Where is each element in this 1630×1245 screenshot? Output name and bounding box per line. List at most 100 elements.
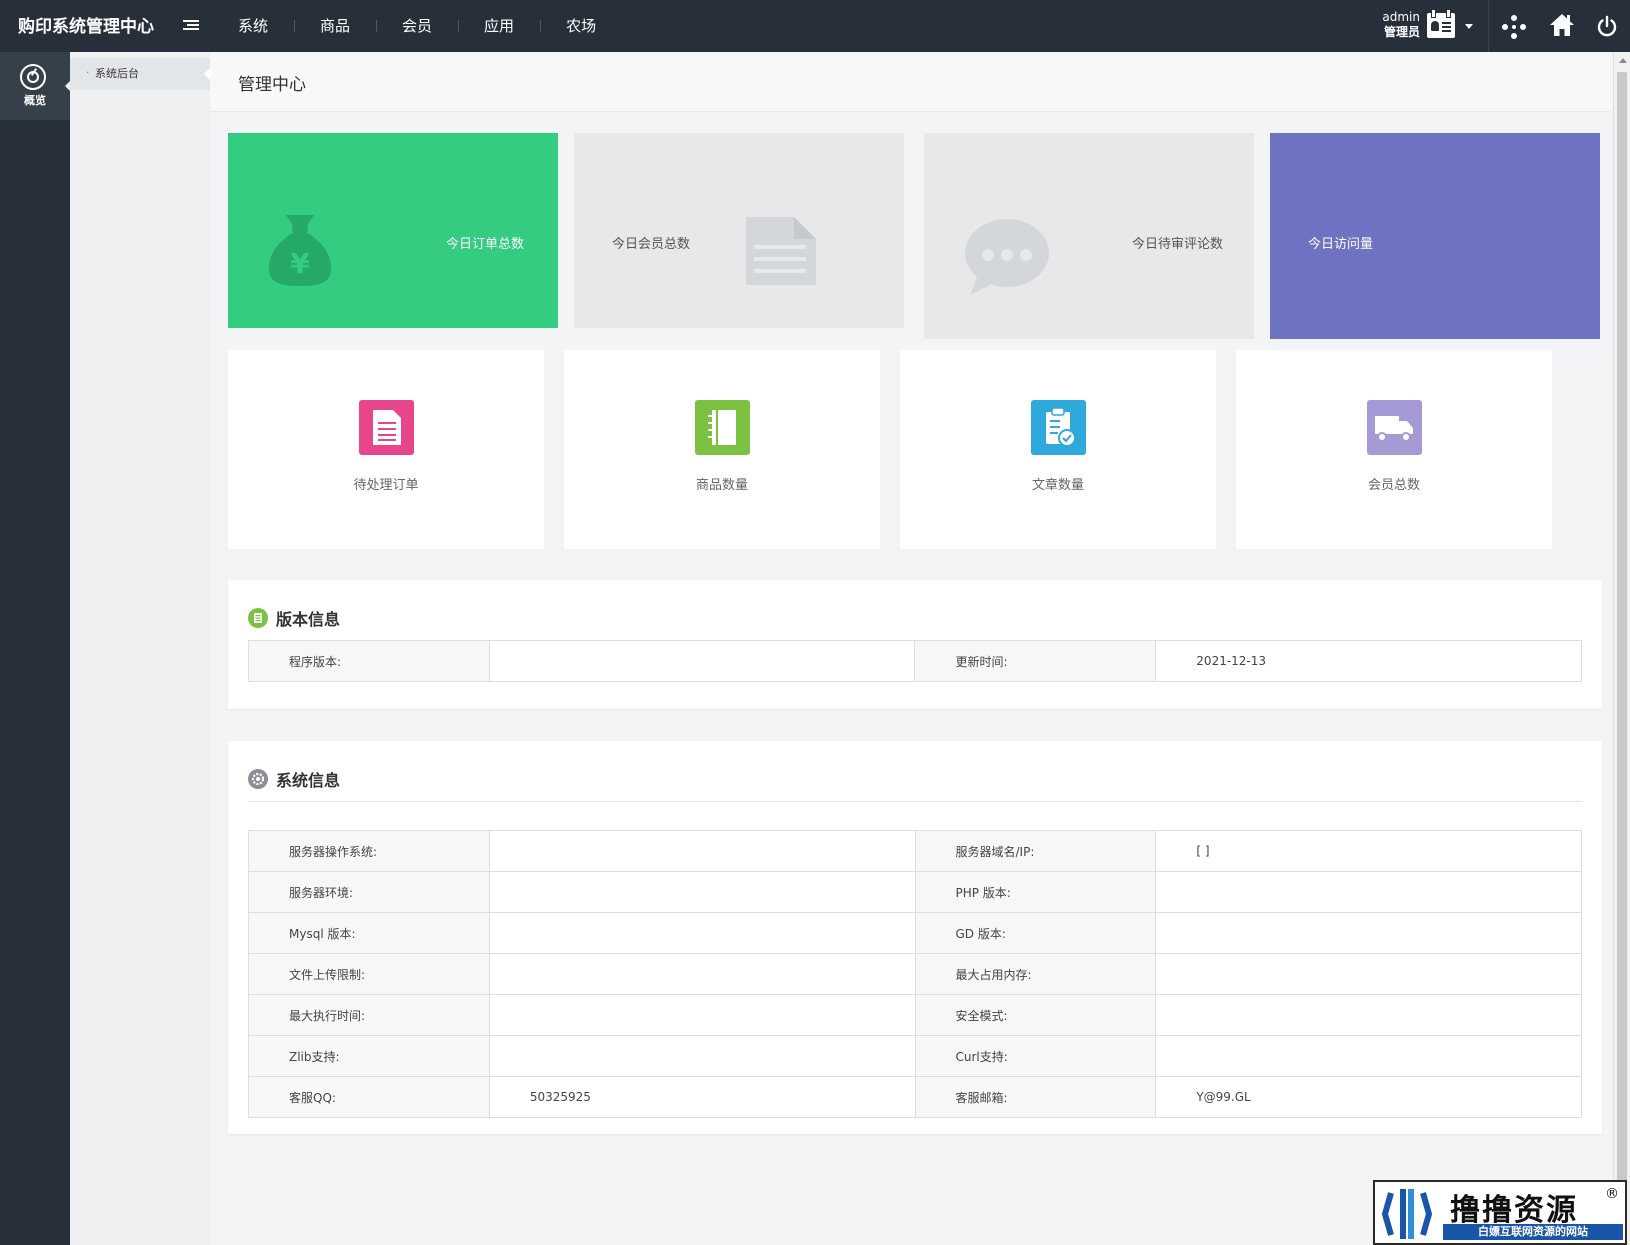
id-card-icon[interactable] bbox=[1427, 9, 1455, 38]
watermark-subtitle: 白嫖互联网资源的网站 bbox=[1443, 1224, 1623, 1240]
dashboard-icon bbox=[20, 64, 46, 90]
document-icon bbox=[746, 217, 816, 285]
table-key: 服务器域名/IP: bbox=[914, 830, 1157, 872]
version-panel-title: 版本信息 bbox=[248, 606, 340, 630]
quick-card-label: 会员总数 bbox=[1367, 478, 1420, 493]
table-key: Curl支持: bbox=[914, 1035, 1157, 1077]
table-value: 50325925 bbox=[488, 1076, 916, 1118]
stat-label: 今日访问量 bbox=[1308, 237, 1374, 252]
table-value bbox=[1155, 994, 1582, 1036]
table-value bbox=[488, 640, 916, 682]
table-row: 服务器操作系统: 服务器域名/IP: [ ] bbox=[248, 830, 1582, 872]
svg-text:¥: ¥ bbox=[290, 247, 310, 280]
table-value: [ ] bbox=[1155, 830, 1582, 872]
watermark-logo: 撸撸资源 ® 白嫖互联网资源的网站 bbox=[1373, 1180, 1627, 1245]
quick-card-pending-orders[interactable]: 待处理订单 bbox=[228, 350, 544, 549]
system-panel-title: 系统信息 bbox=[248, 767, 340, 791]
subnav-item-system-backend[interactable]: 系统后台 bbox=[70, 57, 210, 90]
brand-title: 购印系统管理中心 bbox=[18, 17, 154, 37]
admin-role: 管理员 bbox=[1383, 25, 1420, 39]
left-rail: 概览 bbox=[0, 52, 71, 1245]
table-key: 最大执行时间: bbox=[248, 994, 490, 1036]
main-content: 管理中心 ¥ 今日订单总数 今日会员总数 今日待审评论数 今日访问量 待处理订单… bbox=[210, 52, 1610, 1245]
menu-toggle-icon[interactable] bbox=[183, 18, 199, 34]
chat-bubble-icon bbox=[965, 219, 1049, 295]
sub-sidebar: 系统后台 bbox=[70, 52, 210, 1245]
power-icon[interactable] bbox=[1596, 15, 1618, 37]
admin-name: admin bbox=[1382, 10, 1420, 24]
table-row: 文件上传限制: 最大占用内存: bbox=[248, 953, 1582, 995]
table-row: 最大执行时间: 安全模式: bbox=[248, 994, 1582, 1036]
scroll-up-icon[interactable] bbox=[1619, 58, 1627, 63]
table-key: 文件上传限制: bbox=[248, 953, 490, 995]
table-key: PHP 版本: bbox=[914, 871, 1157, 913]
table-row: 服务器环境: PHP 版本: bbox=[248, 871, 1582, 913]
panel-divider bbox=[248, 801, 1582, 802]
table-row: Zlib支持: Curl支持: bbox=[248, 1035, 1582, 1077]
version-title-text: 版本信息 bbox=[276, 610, 341, 629]
table-key: 安全模式: bbox=[914, 994, 1157, 1036]
stat-card-members-today[interactable]: 今日会员总数 bbox=[574, 133, 904, 328]
table-row: 程序版本: 更新时间: 2021-12-13 bbox=[248, 640, 1582, 682]
table-key: Mysql 版本: bbox=[248, 912, 490, 954]
quick-card-label: 待处理订单 bbox=[353, 478, 419, 493]
table-value bbox=[1155, 871, 1582, 913]
table-value bbox=[488, 871, 916, 913]
watermark-emblem-icon bbox=[1381, 1189, 1433, 1239]
page-header: 管理中心 bbox=[210, 52, 1610, 112]
table-row: Mysql 版本: GD 版本: bbox=[248, 912, 1582, 954]
top-bar: 购印系统管理中心 系统 商品 会员 应用 农场 admin 管理员 bbox=[0, 0, 1630, 52]
rail-item-label: 概览 bbox=[24, 94, 46, 107]
table-value bbox=[488, 994, 916, 1036]
table-value bbox=[488, 830, 916, 872]
scrollbar-thumb[interactable] bbox=[1617, 72, 1627, 1202]
table-key: 客服邮箱: bbox=[914, 1076, 1157, 1118]
table-row: 客服QQ: 50325925 客服邮箱: Y@99.GL bbox=[248, 1076, 1582, 1118]
table-value bbox=[1155, 912, 1582, 954]
table-key: 服务器操作系统: bbox=[248, 830, 490, 872]
top-nav: 系统 商品 会员 应用 农场 bbox=[212, 0, 622, 52]
stat-card-pending-comments[interactable]: 今日待审评论数 bbox=[924, 133, 1254, 339]
stat-label: 今日会员总数 bbox=[612, 237, 691, 252]
watermark-title: 撸撸资源 bbox=[1450, 1193, 1578, 1228]
table-value bbox=[1155, 1035, 1582, 1077]
page-scrollbar[interactable] bbox=[1613, 52, 1630, 1245]
stat-card-visits-today[interactable]: 今日访问量 bbox=[1270, 133, 1600, 339]
home-icon[interactable] bbox=[1549, 12, 1575, 38]
money-bag-icon: ¥ bbox=[268, 215, 332, 286]
nav-system[interactable]: 系统 bbox=[212, 0, 294, 52]
table-key: 程序版本: bbox=[248, 640, 490, 682]
quick-card-member-total[interactable]: 会员总数 bbox=[1236, 350, 1552, 549]
caret-down-icon[interactable] bbox=[1465, 24, 1473, 29]
network-nodes-icon[interactable] bbox=[1502, 15, 1526, 39]
quick-card-label: 文章数量 bbox=[1031, 478, 1084, 493]
table-key: 最大占用内存: bbox=[914, 953, 1157, 995]
table-value: Y@99.GL bbox=[1155, 1076, 1582, 1118]
list-circle-icon bbox=[248, 608, 268, 628]
version-panel: 版本信息 程序版本: 更新时间: 2021-12-13 bbox=[228, 580, 1602, 709]
admin-account[interactable]: admin 管理员 bbox=[1376, 10, 1420, 40]
table-value bbox=[488, 953, 916, 995]
stat-card-orders-today[interactable]: ¥ 今日订单总数 bbox=[228, 133, 558, 328]
nav-goods[interactable]: 商品 bbox=[294, 0, 376, 52]
table-key: 服务器环境: bbox=[248, 871, 490, 913]
top-divider bbox=[1488, 0, 1489, 52]
system-panel: 系统信息 服务器操作系统: 服务器域名/IP: [ ] 服务器环境: PHP 版… bbox=[228, 741, 1602, 1134]
table-value bbox=[488, 912, 916, 954]
watermark-registered: ® bbox=[1605, 1186, 1619, 1202]
version-table: 程序版本: 更新时间: 2021-12-13 bbox=[248, 640, 1582, 682]
table-key: 更新时间: bbox=[914, 640, 1157, 682]
gear-icon bbox=[248, 769, 268, 789]
stat-label: 今日待审评论数 bbox=[1132, 237, 1224, 252]
quick-card-article-count[interactable]: 文章数量 bbox=[900, 350, 1216, 549]
nav-members[interactable]: 会员 bbox=[376, 0, 458, 52]
nav-farm[interactable]: 农场 bbox=[540, 0, 622, 52]
table-key: 客服QQ: bbox=[248, 1076, 490, 1118]
table-key: GD 版本: bbox=[914, 912, 1157, 954]
nav-apps[interactable]: 应用 bbox=[458, 0, 540, 52]
quick-card-goods-count[interactable]: 商品数量 bbox=[564, 350, 880, 549]
system-title-text: 系统信息 bbox=[276, 771, 341, 790]
stat-label: 今日订单总数 bbox=[446, 237, 525, 252]
rail-item-overview[interactable]: 概览 bbox=[0, 52, 71, 120]
table-value bbox=[488, 1035, 916, 1077]
